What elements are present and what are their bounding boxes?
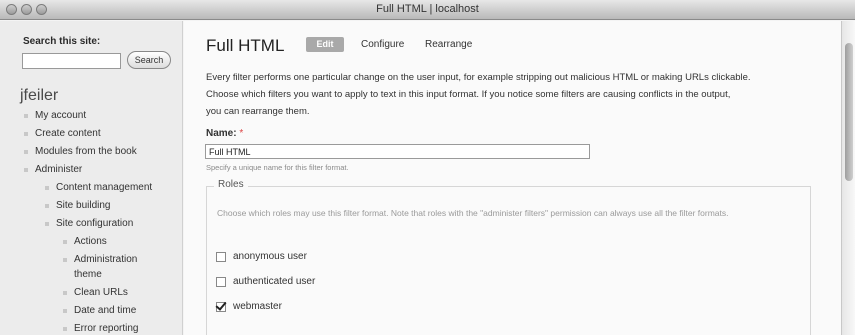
tab-configure[interactable]: Configure — [361, 39, 404, 50]
nav-item-administration-theme[interactable]: Administration — [63, 253, 138, 266]
checkbox-label: authenticated user — [233, 276, 316, 287]
nav-label: theme — [74, 269, 102, 280]
search-input[interactable] — [22, 53, 121, 69]
nav-item-site-building[interactable]: Site building — [45, 199, 111, 212]
nav-item-clean-urls[interactable]: Clean URLs — [63, 286, 128, 299]
bullet-icon — [24, 114, 28, 118]
name-hint: Specify a unique name for this filter fo… — [206, 163, 349, 172]
nav-label: My account — [35, 110, 87, 121]
vertical-scrollbar[interactable] — [841, 21, 855, 335]
required-marker: * — [239, 128, 244, 139]
nav-label: Error reporting — [74, 323, 139, 334]
nav-item-my-account[interactable]: My account — [24, 109, 87, 122]
name-label-text: Name: — [206, 128, 237, 139]
browser-window: Full HTML | localhost Search this site: … — [0, 0, 855, 335]
nav-item-create-content[interactable]: Create content — [24, 127, 101, 140]
page-title: Full HTML — [206, 36, 285, 55]
bullet-icon — [45, 186, 49, 190]
bullet-icon — [63, 240, 67, 244]
description-line: Choose which filters you want to apply t… — [206, 89, 731, 100]
bullet-icon — [63, 327, 67, 331]
nav-label: Administration — [74, 254, 138, 265]
nav-item-actions[interactable]: Actions — [63, 235, 107, 248]
checkbox-label: anonymous user — [233, 251, 307, 262]
nav-label: Actions — [74, 236, 107, 247]
roles-legend: Roles — [214, 179, 248, 190]
description-line: Every filter performs one particular cha… — [206, 72, 751, 83]
name-field-label: Name: * — [206, 128, 243, 139]
sidebar: Search this site: Search jfeiler My acco… — [0, 21, 183, 335]
bullet-icon — [45, 204, 49, 208]
nav-item-administer[interactable]: Administer — [24, 163, 83, 176]
nav-item-date-and-time[interactable]: Date and time — [63, 304, 137, 317]
nav-item-modules-from-the-book[interactable]: Modules from the book — [24, 145, 137, 158]
scrollbar-thumb[interactable] — [845, 43, 853, 181]
name-input[interactable]: Full HTML — [205, 144, 590, 159]
sidebar-username: jfeiler — [20, 87, 59, 104]
roles-description: Choose which roles may use this filter f… — [217, 208, 729, 218]
filter-description: Every filter performs one particular cha… — [206, 69, 831, 120]
bullet-icon — [63, 291, 67, 295]
checkbox-authenticated-user[interactable] — [216, 277, 226, 287]
search-label: Search this site: — [23, 36, 101, 47]
window-title: Full HTML | localhost — [376, 3, 479, 15]
bullet-icon — [45, 222, 49, 226]
nav-label: Site configuration — [56, 218, 134, 229]
checkbox-anonymous-user[interactable] — [216, 252, 226, 262]
search-button[interactable]: Search — [127, 51, 171, 69]
nav-item-site-configuration[interactable]: Site configuration — [45, 217, 134, 230]
nav-label: Content management — [56, 182, 153, 193]
nav-label: Modules from the book — [35, 146, 137, 157]
nav-label: Create content — [35, 128, 101, 139]
nav-label: Site building — [56, 200, 111, 211]
tab-rearrange[interactable]: Rearrange — [425, 39, 472, 50]
nav-item-error-reporting[interactable]: Error reporting — [63, 322, 139, 335]
nav-label: Clean URLs — [74, 287, 128, 298]
window-titlebar: Full HTML | localhost — [0, 0, 855, 20]
checkbox-label: webmaster — [233, 301, 282, 312]
nav-label: Date and time — [74, 305, 137, 316]
bullet-icon — [63, 309, 67, 313]
bullet-icon — [24, 150, 28, 154]
checkbox-webmaster[interactable] — [216, 302, 226, 312]
nav-label: Administer — [35, 164, 83, 175]
description-line: you can rearrange them. — [206, 106, 310, 117]
main-content: Full HTML Edit Configure Rearrange Every… — [184, 21, 841, 335]
bullet-icon — [24, 168, 28, 172]
tab-edit[interactable]: Edit — [306, 37, 344, 52]
nav-item-administration-theme-cont[interactable]: theme — [74, 268, 102, 281]
bullet-icon — [63, 258, 67, 262]
nav-item-content-management[interactable]: Content management — [45, 181, 153, 194]
bullet-icon — [24, 132, 28, 136]
